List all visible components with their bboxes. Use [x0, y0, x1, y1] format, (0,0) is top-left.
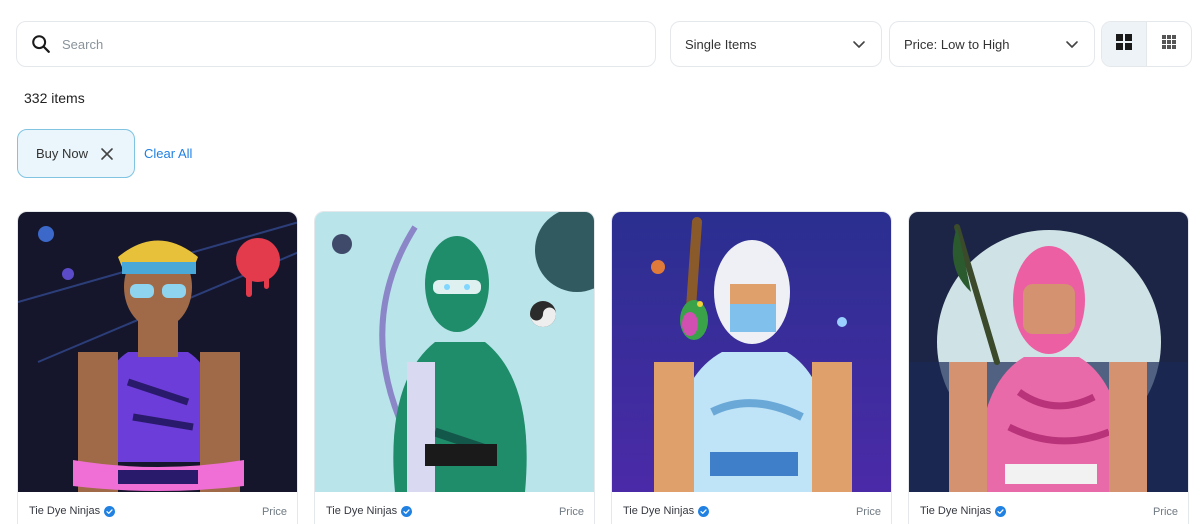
verified-badge-icon	[698, 505, 710, 517]
nft-card-footer: Tie Dye Ninjas Price	[315, 492, 594, 524]
collection-label: Tie Dye Ninjas	[29, 505, 101, 517]
search-icon	[30, 33, 52, 55]
collection-label: Tie Dye Ninjas	[623, 505, 695, 517]
collection-name: Tie Dye Ninjas	[326, 505, 413, 517]
clear-all-link[interactable]: Clear All	[144, 146, 192, 161]
price-label: Price	[855, 506, 881, 518]
nft-image	[315, 212, 594, 492]
collection-name: Tie Dye Ninjas	[920, 505, 1007, 517]
collection-name: Tie Dye Ninjas	[29, 505, 116, 517]
search-bar[interactable]	[16, 21, 656, 67]
nft-card[interactable]: Tie Dye Ninjas Price	[611, 211, 892, 524]
price-label: Price	[558, 506, 584, 518]
view-mode-toggle	[1101, 21, 1192, 67]
chevron-down-icon	[1064, 36, 1080, 52]
verified-badge-icon	[401, 505, 413, 517]
sort-select-value: Price: Low to High	[904, 36, 1010, 52]
large-grid-icon	[1115, 33, 1133, 56]
nft-card-footer: Tie Dye Ninjas Price	[18, 492, 297, 524]
search-input[interactable]	[62, 36, 622, 52]
sort-select[interactable]: Price: Low to High	[889, 21, 1095, 67]
large-grid-button[interactable]	[1102, 22, 1146, 66]
collection-label: Tie Dye Ninjas	[326, 505, 398, 517]
nft-card[interactable]: Tie Dye Ninjas Price	[17, 211, 298, 524]
filter-chip-buy-now[interactable]: Buy Now	[17, 129, 135, 178]
nft-image	[909, 212, 1188, 492]
nft-card-footer: Tie Dye Ninjas Price	[909, 492, 1188, 524]
nft-image	[18, 212, 297, 492]
result-count: 332 items	[24, 90, 85, 106]
small-grid-icon	[1161, 34, 1177, 55]
item-type-select-value: Single Items	[685, 36, 757, 52]
item-type-select[interactable]: Single Items	[670, 21, 882, 67]
chevron-down-icon	[851, 36, 867, 52]
nft-card[interactable]: Tie Dye Ninjas Price	[314, 211, 595, 524]
filter-chip-label: Buy Now	[36, 146, 89, 161]
verified-badge-icon	[995, 505, 1007, 517]
price-label: Price	[1152, 506, 1178, 518]
nft-image	[612, 212, 891, 492]
small-grid-button[interactable]	[1146, 22, 1191, 66]
nft-card-footer: Tie Dye Ninjas Price	[612, 492, 891, 524]
collection-name: Tie Dye Ninjas	[623, 505, 710, 517]
close-icon[interactable]	[100, 147, 114, 161]
verified-badge-icon	[104, 505, 116, 517]
nft-card[interactable]: Tie Dye Ninjas Price	[908, 211, 1189, 524]
collection-label: Tie Dye Ninjas	[920, 505, 992, 517]
price-label: Price	[261, 506, 287, 518]
